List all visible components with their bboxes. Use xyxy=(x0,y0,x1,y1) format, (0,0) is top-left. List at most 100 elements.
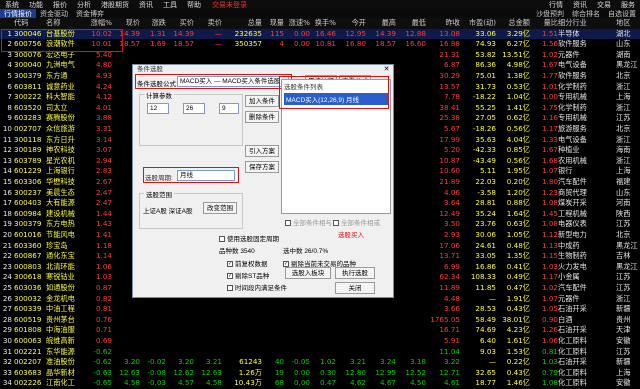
cell: 4.61 xyxy=(443,378,460,388)
cell: 3.21 xyxy=(205,357,222,367)
cell: 1.03 xyxy=(541,261,558,271)
cell: 603283 xyxy=(14,113,42,123)
tab-right-item[interactable]: 综合排名 xyxy=(568,9,604,19)
cell: 28.81 xyxy=(475,198,496,208)
fixed-period-option[interactable]: 使用选股固定周期 xyxy=(219,233,279,243)
table-row[interactable]: 31 002221 东华能源 -0.62 11.04 9.03 1.53亿 0.81 化工原料 江… xyxy=(0,347,640,358)
execute-button[interactable]: 执行选股 xyxy=(335,267,375,279)
or-option[interactable]: 全部条件相或 xyxy=(333,217,380,227)
cell: 1.20亿 xyxy=(506,187,530,197)
cell: 晶华新材 xyxy=(46,367,75,377)
cell: 11.89 xyxy=(439,283,460,292)
cell: 10.87 xyxy=(439,155,460,165)
cell: 神农科技 xyxy=(46,145,75,155)
cell: 603036 xyxy=(14,283,42,292)
import-scheme-button[interactable]: 引入方案 xyxy=(245,145,279,157)
cell: 华懋科技 xyxy=(46,177,75,186)
cell: 10.81 xyxy=(315,39,336,49)
cell: 最高 xyxy=(381,18,396,27)
cell: 300379 xyxy=(14,219,42,229)
save-scheme-button[interactable]: 保存方案 xyxy=(245,161,279,173)
cell: 12.52 xyxy=(405,367,426,377)
close-icon[interactable]: ✕ xyxy=(382,65,391,74)
cell: 17 xyxy=(2,198,12,208)
table-row[interactable]: 29 601808 中海油服 0.71 16.71 74.69 4.23亿 1.26 石油开采 天… xyxy=(0,325,640,336)
table-row[interactable]: 34 002226 江南化工 -0.65 4.58 -0.03 4.57 4.58 10.43万… xyxy=(0,378,640,389)
cell: 诚意药业 xyxy=(46,81,75,91)
cell: 电气设备 xyxy=(558,60,587,70)
cell: 北京 xyxy=(616,124,631,133)
cell: 江苏 xyxy=(616,283,631,292)
change-range-button[interactable]: 改变范围 xyxy=(203,202,237,214)
cell: 黑龙江 xyxy=(616,240,638,250)
cell: 601016 xyxy=(14,230,42,239)
tab-right-item[interactable]: 沙盘预判 xyxy=(532,9,568,19)
param-1[interactable]: 12 xyxy=(147,103,169,114)
table-row[interactable]: 32 002207 准油股份 -0.62 3.20 -0.02 3.20 3.21 61243 4… xyxy=(0,357,640,368)
cell: 35.24 xyxy=(475,208,496,218)
add-condition-button[interactable]: 加入条件 xyxy=(245,95,279,107)
cell: 化学制药 xyxy=(558,102,587,112)
cell: 上海 xyxy=(616,367,631,377)
cell: 代码 xyxy=(14,18,29,27)
close-button[interactable]: 关闭 xyxy=(335,282,375,294)
cell: 7 xyxy=(7,92,12,102)
cell: 涨幅% xyxy=(90,18,112,27)
cell: 通化东宝 xyxy=(46,251,75,261)
cell: 总量 xyxy=(247,18,262,27)
cell: 江南化工 xyxy=(46,378,75,388)
cell: 1.23 xyxy=(541,187,558,197)
tab[interactable]: 资金驱动 xyxy=(36,9,72,19)
tab[interactable]: 资金博弈 xyxy=(72,9,108,19)
cell: 美晨生态 xyxy=(46,187,75,197)
table-row[interactable]: 30 600063 皖维高新 0.69 5.91 6.40 1.61亿 1.06 化工原料 安徽 xyxy=(0,336,640,347)
table-row[interactable]: 27 600339 中油工程 0.81 3.66 28.53 0.43亿 1.05 石油开采 新疆 xyxy=(0,304,640,315)
cell: 总金额 xyxy=(508,18,530,27)
cell: 33.06 xyxy=(475,28,496,38)
tab-right-item[interactable]: 自选设置 xyxy=(604,9,640,19)
cell: 上海 xyxy=(616,92,631,102)
cell: 1.31 xyxy=(149,28,166,38)
cell: 12 xyxy=(2,145,12,155)
time-range-label: 时间段内满足条件 xyxy=(235,285,287,292)
cell: 4.50 xyxy=(409,378,426,388)
table-row[interactable]: 33 603683 晶华新材 -0.63 12.63 -0.08 12.62 12.63 1.2… xyxy=(0,368,640,379)
exclude-st-option[interactable]: ✓ 剔除ST品种 xyxy=(227,270,269,280)
cell: -0.03 xyxy=(147,378,166,388)
cell: 1.46亿 xyxy=(506,378,530,388)
cell: 4 xyxy=(7,60,12,70)
tab[interactable]: 行情报价 xyxy=(0,8,36,19)
cell: 量比 xyxy=(543,18,558,27)
cell: 0.56亿 xyxy=(506,155,530,165)
cell: 3.18 xyxy=(409,357,426,367)
add-to-block-button[interactable]: 选股入板块 xyxy=(285,267,331,279)
table-header: 代码 名称 涨幅% 现价 涨跌 买价 卖价 总量 现量 涨速% 换手% 今开 最高 最低 昨收 市盈(动) 总金… xyxy=(0,18,640,29)
cell: 1.08 xyxy=(541,378,558,388)
cell: 天津 xyxy=(616,325,631,335)
param-2[interactable]: 26 xyxy=(183,103,205,114)
cell: 司太立 xyxy=(46,102,68,112)
cell: 40 xyxy=(274,357,284,367)
cell: 14.39 xyxy=(173,28,194,38)
pre-rights-option[interactable]: ✓ 前复权数据 xyxy=(227,258,268,268)
cell: 1.53亿 xyxy=(506,346,530,356)
table-row[interactable]: 28 600519 贵州茅台 0.76 1765.05 58.49 38.01亿 0.90 白酒… xyxy=(0,315,640,326)
cell: 0.53亿 xyxy=(506,81,530,91)
cell: 30.29 xyxy=(439,71,460,80)
cell: 28 xyxy=(2,314,12,324)
cell: 55.25 xyxy=(475,102,496,112)
cell: 4.57 xyxy=(177,378,194,388)
cell: 12.62 xyxy=(173,367,194,377)
and-option[interactable]: 全部条件相与 xyxy=(285,217,332,227)
cell: -3.58 xyxy=(477,187,496,197)
cell: 1.75 xyxy=(541,102,558,112)
cell: 62.34 xyxy=(439,272,460,282)
select-buy-link[interactable]: 选股买入 xyxy=(338,229,364,239)
delete-condition-button[interactable]: 删除条件 xyxy=(245,111,279,123)
cell: 16.88 xyxy=(439,39,460,49)
param-3[interactable]: 9 xyxy=(219,103,239,114)
cell: 16.86 xyxy=(475,261,496,271)
cell: 准油股份 xyxy=(46,357,75,367)
cell: 300040 xyxy=(14,60,42,70)
time-range-option[interactable]: 时间段内满足条件 xyxy=(227,282,287,292)
